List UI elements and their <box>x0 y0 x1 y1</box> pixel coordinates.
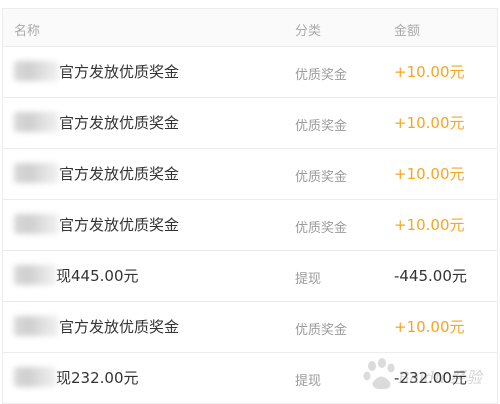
row-amount: +10.00元 <box>394 163 465 184</box>
row-amount: +10.00元 <box>394 214 465 235</box>
redacted-blur <box>14 367 56 387</box>
row-category: 提现 <box>295 370 321 389</box>
redacted-blur <box>14 214 59 234</box>
row-name: 现232.00元 <box>14 367 139 388</box>
row-category: 优质奖金 <box>295 115 347 134</box>
row-category: 优质奖金 <box>295 166 347 185</box>
table-row[interactable]: 官方发放优质奖金 优质奖金 +10.00元 <box>3 47 497 98</box>
header-category: 分类 <box>295 20 321 39</box>
header-name: 名称 <box>14 20 40 39</box>
row-name: 官方发放优质奖金 <box>14 112 179 133</box>
row-amount: +10.00元 <box>394 61 465 82</box>
row-name: 官方发放优质奖金 <box>14 214 179 235</box>
row-category: 优质奖金 <box>295 319 347 338</box>
table-row[interactable]: 官方发放优质奖金 优质奖金 +10.00元 <box>3 200 497 251</box>
redacted-blur <box>14 112 59 132</box>
row-category: 优质奖金 <box>295 217 347 236</box>
row-amount: -445.00元 <box>394 265 467 286</box>
table-row[interactable]: 官方发放优质奖金 优质奖金 +10.00元 <box>3 149 497 200</box>
row-amount: +10.00元 <box>394 112 465 133</box>
row-name: 官方发放优质奖金 <box>14 61 179 82</box>
watermark-text: Baidu 经验 <box>398 364 482 388</box>
header-amount: 金额 <box>394 20 420 39</box>
table-row[interactable]: 官方发放优质奖金 优质奖金 +10.00元 <box>3 98 497 149</box>
row-name: 现445.00元 <box>14 265 139 286</box>
row-category: 提现 <box>295 268 321 287</box>
redacted-blur <box>14 265 56 285</box>
paw-icon <box>360 354 400 394</box>
table-row[interactable]: 官方发放优质奖金 优质奖金 +10.00元 <box>3 302 497 353</box>
watermark-logo: Baidu 经验 <box>360 354 490 394</box>
redacted-blur <box>14 163 59 183</box>
redacted-blur <box>14 61 59 81</box>
redacted-blur <box>14 316 59 336</box>
row-name: 官方发放优质奖金 <box>14 163 179 184</box>
table-row[interactable]: 现445.00元 提现 -445.00元 <box>3 251 497 302</box>
table-header: 名称 分类 金额 <box>3 9 497 47</box>
row-name: 官方发放优质奖金 <box>14 316 179 337</box>
row-amount: +10.00元 <box>394 316 465 337</box>
row-category: 优质奖金 <box>295 64 347 83</box>
transaction-table: 名称 分类 金额 官方发放优质奖金 优质奖金 +10.00元 官方发放优质奖金 … <box>2 8 498 404</box>
